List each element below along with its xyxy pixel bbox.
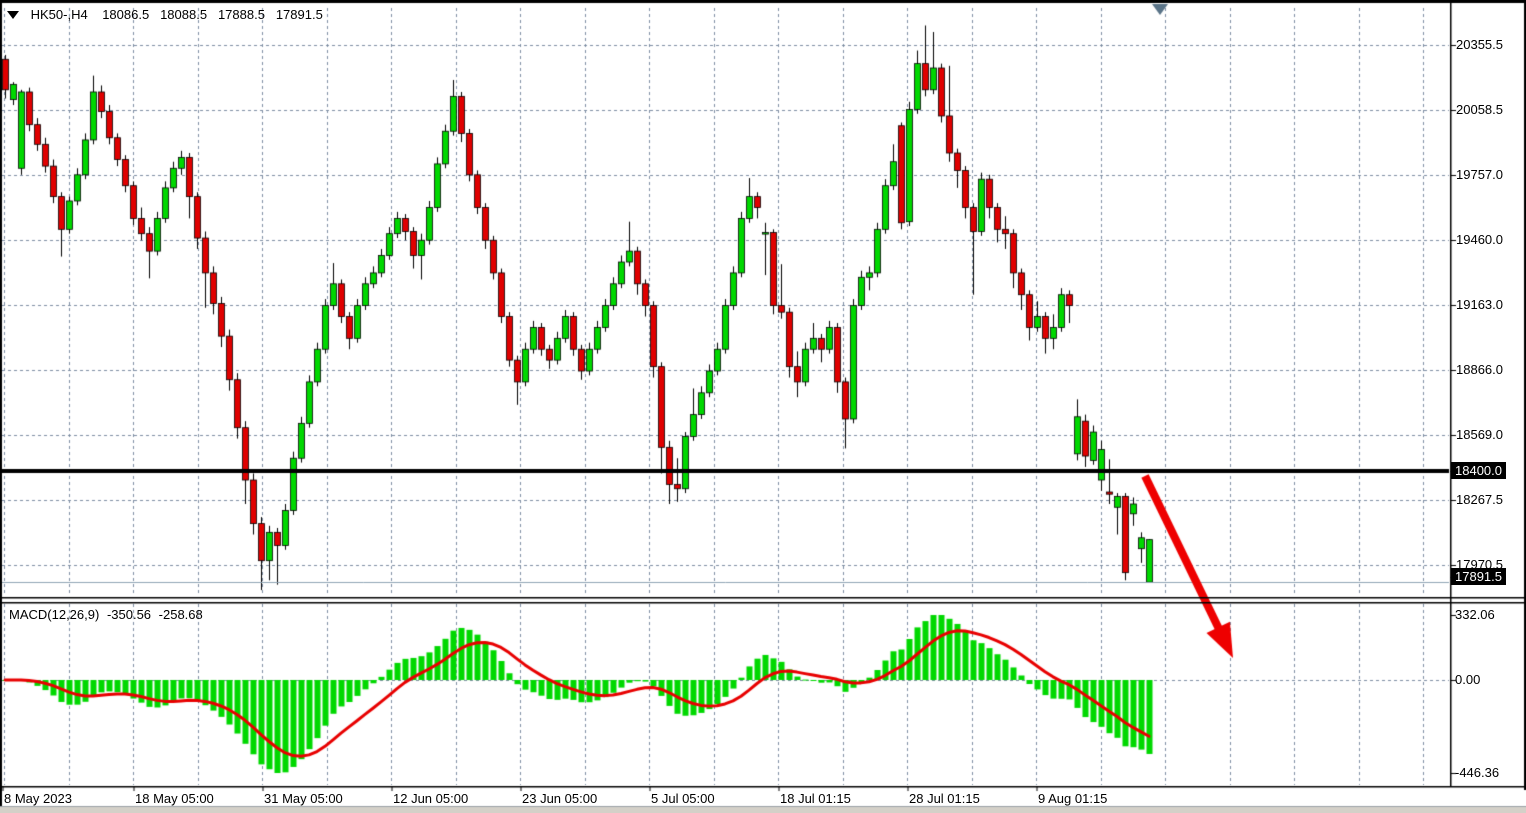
ohlc-close: 17891.5: [276, 7, 323, 22]
symbol-period-label: HK50-,H4: [31, 7, 88, 22]
chart-title: HK50-,H4 18086.5 18088.5 17888.5 17891.5: [7, 6, 323, 22]
trading-chart-window: HK50-,H4 18086.5 18088.5 17888.5 17891.5…: [0, 0, 1526, 813]
ohlc-open: 18086.5: [102, 7, 149, 22]
chart-canvas[interactable]: [0, 0, 1526, 813]
symbol-dropdown-icon[interactable]: [7, 11, 19, 19]
macd-name-params: MACD(12,26,9): [9, 607, 99, 622]
macd-main-value: -350.56: [107, 607, 151, 622]
macd-indicator-label: MACD(12,26,9) -350.56 -258.68: [9, 607, 207, 622]
macd-signal-value: -258.68: [159, 607, 203, 622]
ohlc-high: 18088.5: [160, 7, 207, 22]
ohlc-low: 17888.5: [218, 7, 265, 22]
